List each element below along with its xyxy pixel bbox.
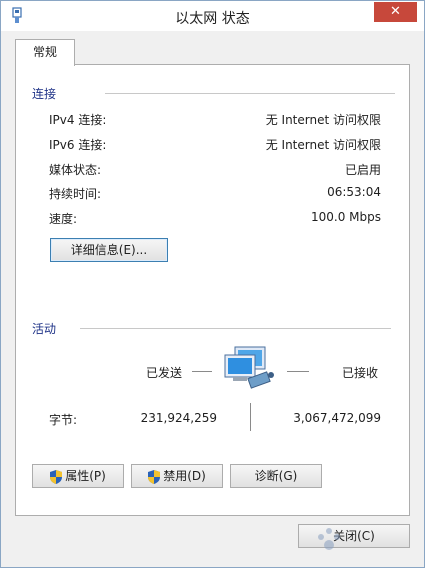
received-label: 已接收: [342, 366, 379, 380]
sent-label: 已发送: [146, 366, 183, 380]
media-state-label: 媒体状态:: [49, 163, 102, 177]
title-bar[interactable]: 以太网 状态 ✕: [1, 1, 424, 31]
activity-section-title: 活动: [32, 322, 57, 336]
speed-value: 100.0 Mbps: [310, 210, 381, 224]
tab-general-label: 常规: [32, 45, 57, 59]
duration-value: 06:53:04: [327, 185, 381, 199]
properties-label: 属性(P): [65, 469, 106, 483]
disable-button[interactable]: 禁用(D): [131, 464, 223, 488]
ipv4-label: IPv4 连接:: [49, 113, 107, 127]
ipv4-value: 无 Internet 访问权限: [265, 113, 381, 127]
duration-label: 持续时间:: [49, 187, 102, 201]
details-button[interactable]: 详细信息(E)...: [50, 238, 168, 262]
window-title: 以太网 状态: [175, 11, 250, 27]
uac-shield-icon: [50, 469, 63, 484]
media-state-value: 已启用: [344, 163, 381, 177]
connection-section-title: 连接: [32, 87, 57, 101]
watermark-logo: [318, 528, 340, 550]
bytes-received-value: 3,067,472,099: [293, 411, 381, 425]
connection-divider: [105, 93, 395, 94]
properties-button[interactable]: 属性(P): [32, 464, 124, 488]
activity-divider: [80, 328, 391, 329]
disable-label: 禁用(D): [163, 469, 206, 483]
bytes-label: 字节:: [49, 413, 78, 427]
close-window-button[interactable]: ✕: [374, 2, 417, 22]
tab-general[interactable]: 常规: [15, 39, 75, 66]
status-window: 以太网 状态 ✕ 常规 连接 IPv4 连接: 无 Internet 访问权限 …: [0, 0, 425, 568]
ipv6-label: IPv6 连接:: [49, 138, 107, 152]
ipv6-value: 无 Internet 访问权限: [265, 138, 381, 152]
diagnose-button[interactable]: 诊断(G): [230, 464, 322, 488]
bytes-sent-value: 231,924,259: [140, 411, 217, 425]
sent-connector-line: [192, 371, 212, 372]
uac-shield-icon: [148, 469, 161, 484]
close-icon: ✕: [390, 4, 401, 19]
received-connector-line: [287, 371, 309, 372]
tab-pane-general: 连接 IPv4 连接: 无 Internet 访问权限 IPv6 连接: 无 I…: [15, 64, 410, 516]
bytes-separator: [250, 403, 251, 431]
network-computers-icon: [224, 346, 274, 389]
speed-label: 速度:: [49, 212, 78, 226]
